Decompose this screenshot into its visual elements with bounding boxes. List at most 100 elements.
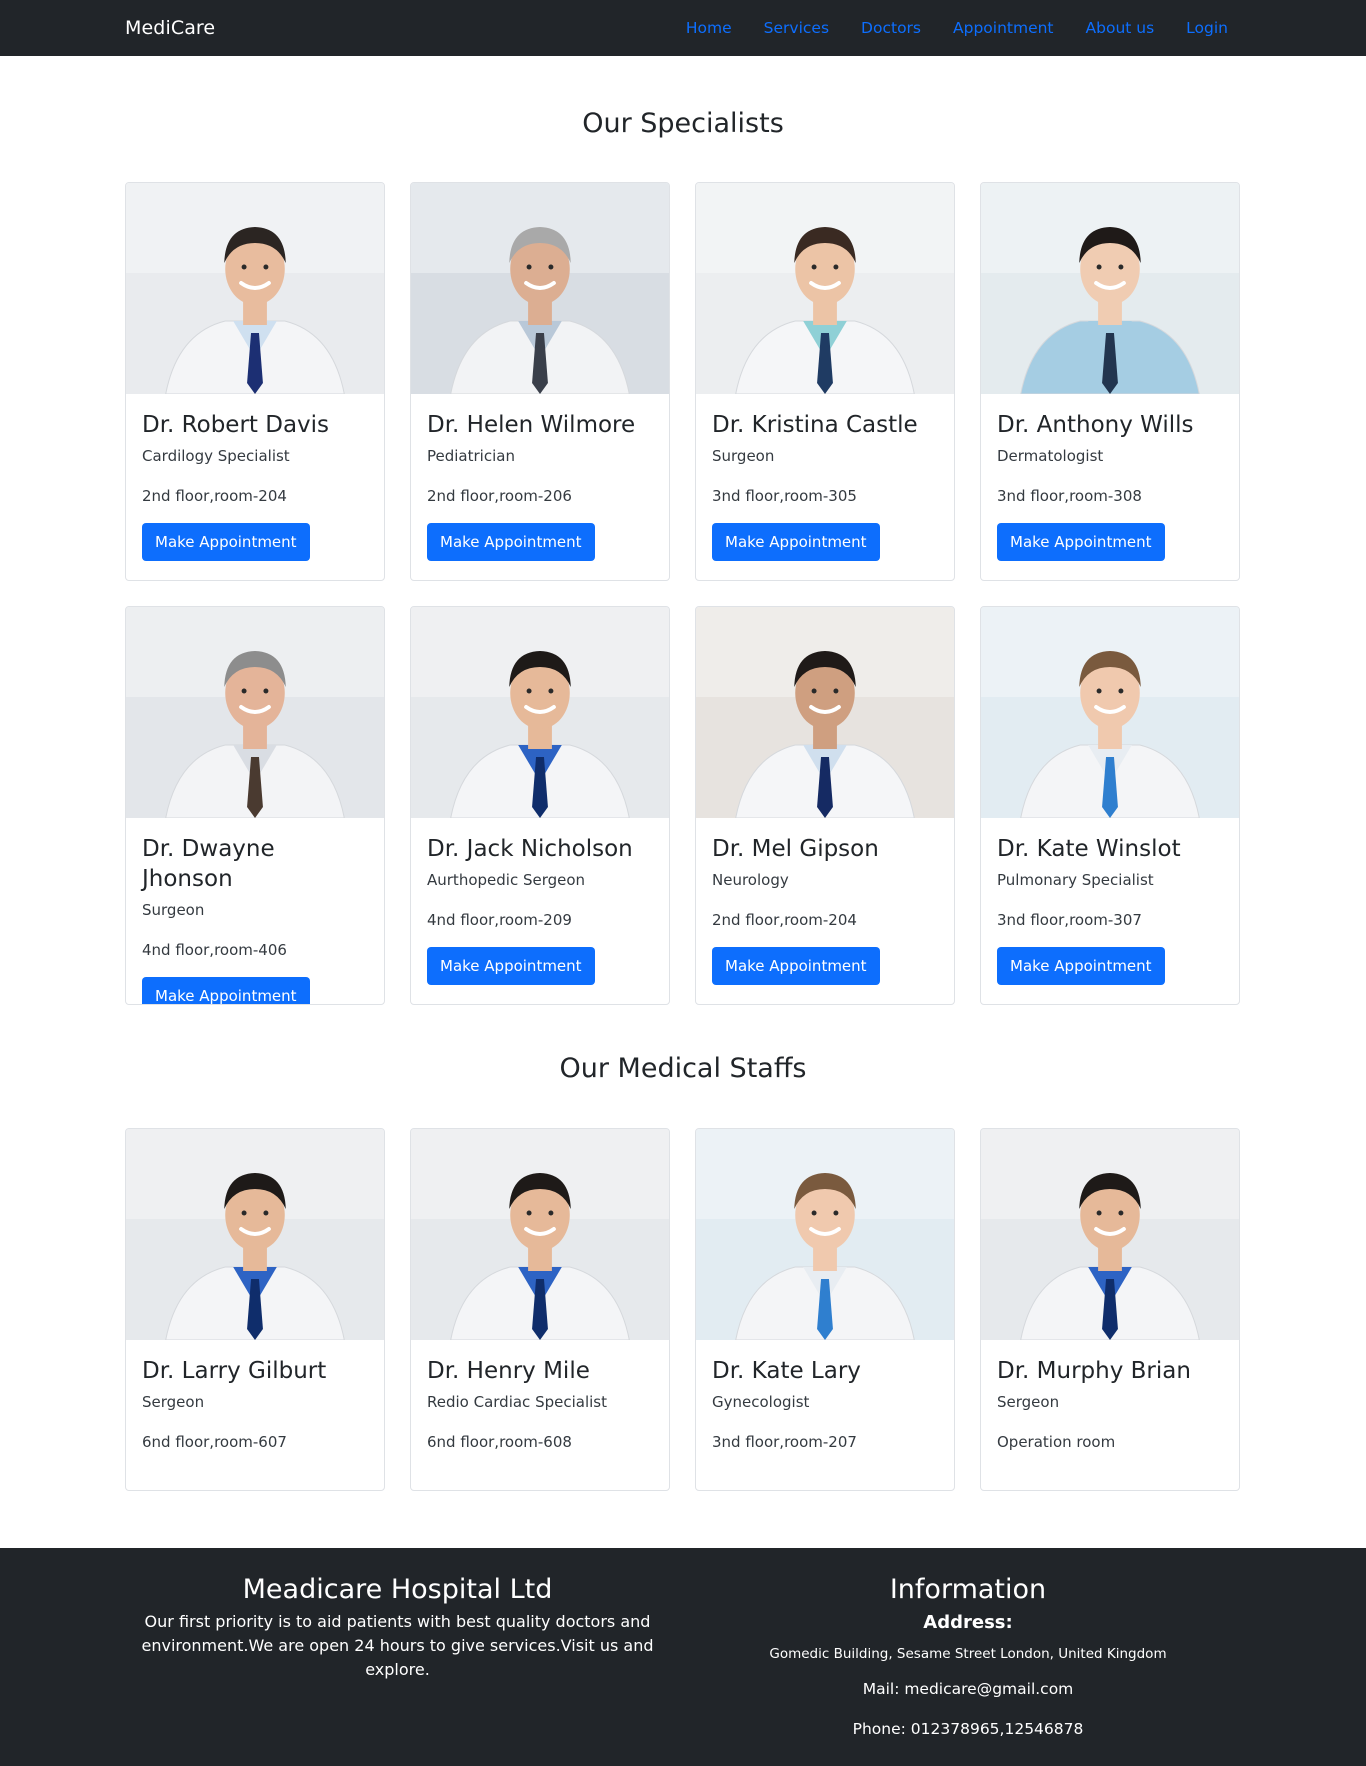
footer-address: Gomedic Building, Sesame Street London, … [769, 1646, 1167, 1662]
doctor-name: Dr. Robert Davis [142, 412, 330, 438]
doctor-photo [696, 607, 954, 818]
doctor-photo-svg [696, 1129, 954, 1340]
make-appointment-button[interactable]: Make Appointment [427, 947, 595, 985]
staff-card: Dr. Larry Gilburt Sergeon 6nd floor,room… [125, 1128, 385, 1491]
specialist-card: Dr. Dwayne Jhonson Surgeon 4nd floor,roo… [125, 606, 385, 1005]
nav-link-services[interactable]: Services [764, 19, 829, 37]
doctor-photo-svg [411, 183, 669, 394]
specialist-card: Dr. Anthony Wills Dermatologist 3nd floo… [980, 182, 1240, 581]
doctor-name: Dr. Mel Gipson [712, 836, 879, 862]
specialist-card: Dr. Robert Davis Cardilogy Specialist 2n… [125, 182, 385, 581]
doctor-room: 3nd floor,room-308 [997, 487, 1142, 505]
card-body: Dr. Dwayne Jhonson Surgeon 4nd floor,roo… [126, 818, 384, 1004]
doctor-name: Dr. Helen Wilmore [427, 412, 636, 438]
footer: Meadicare Hospital Ltd Our first priorit… [0, 1548, 1366, 1766]
footer-company-name: Meadicare Hospital Ltd [242, 1574, 553, 1605]
nav-link-about-us[interactable]: About us [1086, 19, 1155, 37]
nav-links: Home Services Doctors Appointment About … [654, 19, 1228, 37]
doctor-photo [126, 607, 384, 818]
doctor-specialty: Sergeon [997, 1393, 1060, 1411]
footer-address-label: Address: [923, 1612, 1013, 1633]
doctor-photo [126, 183, 384, 394]
card-body: Dr. Mel Gipson Neurology 2nd floor,room-… [696, 818, 954, 985]
doctor-specialty: Gynecologist [712, 1393, 810, 1411]
doctor-specialty: Neurology [712, 871, 789, 889]
specialist-card: Dr. Mel Gipson Neurology 2nd floor,room-… [695, 606, 955, 1005]
make-appointment-button[interactable]: Make Appointment [142, 523, 310, 561]
doctor-room: 2nd floor,room-204 [142, 487, 287, 505]
make-appointment-button[interactable]: Make Appointment [142, 977, 310, 1004]
make-appointment-button[interactable]: Make Appointment [427, 523, 595, 561]
doctor-specialty: Cardilogy Specialist [142, 447, 290, 465]
footer-mail: Mail: medicare@gmail.com [862, 1680, 1074, 1698]
staffs-grid: Dr. Larry Gilburt Sergeon 6nd floor,room… [0, 1128, 1366, 1491]
footer-info-title: Information [889, 1574, 1047, 1605]
top-navbar: MediCare Home Services Doctors Appointme… [0, 0, 1366, 56]
doctor-photo-svg [981, 607, 1239, 818]
doctor-name: Dr. Henry Mile [427, 1358, 590, 1384]
doctor-name: Dr. Kristina Castle [712, 412, 918, 438]
doctor-photo-svg [981, 1129, 1239, 1340]
card-body: Dr. Kate Lary Gynecologist 3nd floor,roo… [696, 1340, 954, 1453]
make-appointment-button[interactable]: Make Appointment [997, 523, 1165, 561]
footer-information: Information Address: Gomedic Building, S… [745, 1572, 1191, 1740]
doctor-room: 3nd floor,room-307 [997, 911, 1142, 929]
card-body: Dr. Kate Winslot Pulmonary Specialist 3n… [981, 818, 1239, 985]
staff-card: Dr. Henry Mile Redio Cardiac Specialist … [410, 1128, 670, 1491]
footer-about: Meadicare Hospital Ltd Our first priorit… [125, 1572, 670, 1682]
make-appointment-button[interactable]: Make Appointment [712, 523, 880, 561]
doctor-room: 6nd floor,room-608 [427, 1433, 572, 1451]
doctor-specialty: Surgeon [142, 901, 205, 919]
footer-description: Our first priority is to aid patients wi… [141, 1612, 654, 1679]
card-body: Dr. Murphy Brian Sergeon Operation room [981, 1340, 1239, 1453]
staff-card: Dr. Murphy Brian Sergeon Operation room [980, 1128, 1240, 1491]
staffs-section-title: Our Medical Staffs [559, 1053, 807, 1084]
footer-phone: Phone: 012378965,12546878 [852, 1720, 1084, 1738]
card-body: Dr. Henry Mile Redio Cardiac Specialist … [411, 1340, 669, 1453]
doctor-photo [126, 1129, 384, 1340]
doctor-photo-svg [126, 183, 384, 394]
specialist-card: Dr. Helen Wilmore Pediatrician 2nd floor… [410, 182, 670, 581]
doctor-photo-svg [126, 607, 384, 818]
doctor-specialty: Pulmonary Specialist [997, 871, 1154, 889]
doctor-room: 3nd floor,room-305 [712, 487, 857, 505]
doctor-photo [696, 1129, 954, 1340]
doctor-specialty: Sergeon [142, 1393, 205, 1411]
specialists-grid: Dr. Robert Davis Cardilogy Specialist 2n… [0, 182, 1366, 1005]
doctor-photo-svg [696, 183, 954, 394]
doctor-name: Dr. Kate Winslot [997, 836, 1181, 862]
nav-link-appointment[interactable]: Appointment [953, 19, 1054, 37]
doctor-photo [696, 183, 954, 394]
doctor-photo [411, 183, 669, 394]
make-appointment-button[interactable]: Make Appointment [997, 947, 1165, 985]
specialists-section-title: Our Specialists [582, 108, 784, 139]
doctor-room: 2nd floor,room-204 [712, 911, 857, 929]
card-body: Dr. Jack Nicholson Aurthopedic Sergeon 4… [411, 818, 669, 985]
doctor-photo [981, 183, 1239, 394]
doctor-room: 4nd floor,room-406 [142, 941, 287, 959]
doctor-name: Dr. Jack Nicholson [427, 836, 633, 862]
doctor-name: Dr. Dwayne Jhonson [142, 836, 275, 892]
doctor-room: Operation room [997, 1433, 1116, 1451]
doctor-photo [981, 1129, 1239, 1340]
doctor-photo-svg [981, 183, 1239, 394]
doctor-name: Dr. Anthony Wills [997, 412, 1194, 438]
doctor-room: 2nd floor,room-206 [427, 487, 572, 505]
specialist-card: Dr. Kristina Castle Surgeon 3nd floor,ro… [695, 182, 955, 581]
card-body: Dr. Kristina Castle Surgeon 3nd floor,ro… [696, 394, 954, 561]
doctor-room: 3nd floor,room-207 [712, 1433, 857, 1451]
doctor-room: 6nd floor,room-607 [142, 1433, 287, 1451]
doctor-photo [411, 607, 669, 818]
doctor-photo [981, 607, 1239, 818]
specialist-card: Dr. Kate Winslot Pulmonary Specialist 3n… [980, 606, 1240, 1005]
nav-link-login[interactable]: Login [1186, 19, 1228, 37]
doctor-specialty: Aurthopedic Sergeon [427, 871, 586, 889]
card-body: Dr. Larry Gilburt Sergeon 6nd floor,room… [126, 1340, 384, 1453]
nav-link-home[interactable]: Home [686, 19, 732, 37]
doctor-name: Dr. Larry Gilburt [142, 1358, 327, 1384]
make-appointment-button[interactable]: Make Appointment [712, 947, 880, 985]
staff-card: Dr. Kate Lary Gynecologist 3nd floor,roo… [695, 1128, 955, 1491]
brand-logo[interactable]: MediCare [125, 17, 215, 39]
nav-link-doctors[interactable]: Doctors [861, 19, 921, 37]
doctor-photo-svg [411, 607, 669, 818]
